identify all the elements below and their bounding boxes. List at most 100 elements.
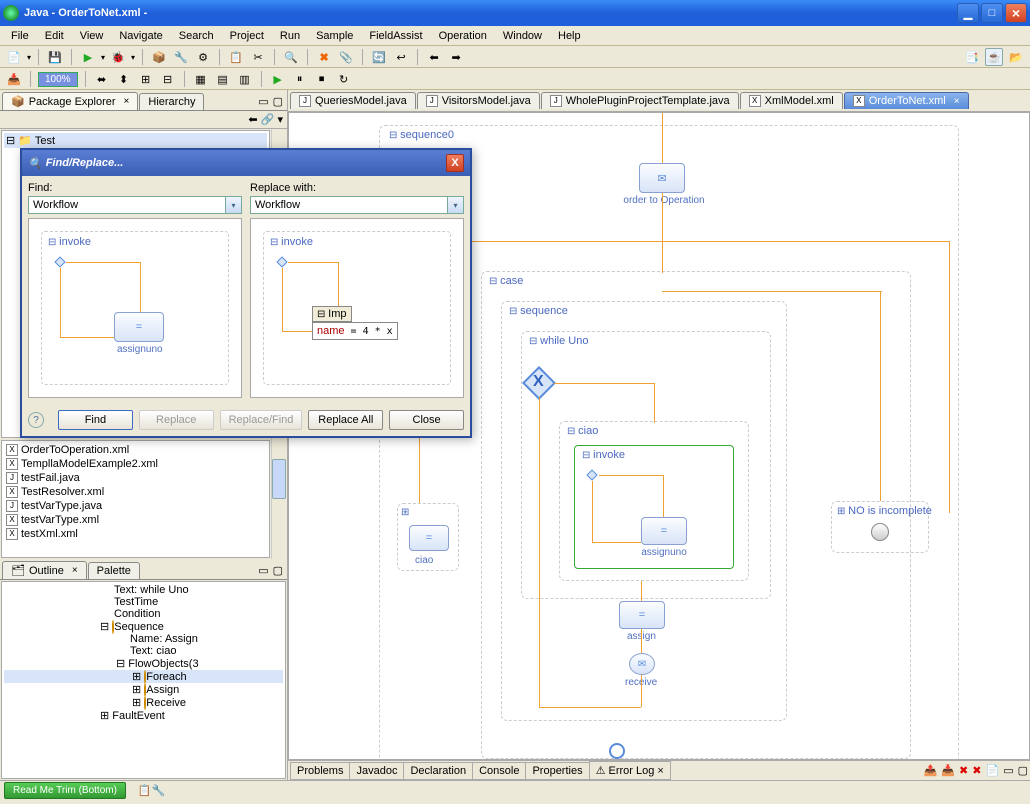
open-icon[interactable]: 📄 — [985, 764, 999, 777]
menu-run[interactable]: Run — [272, 28, 308, 44]
menu-sample[interactable]: Sample — [308, 28, 361, 44]
package-explorer-tab[interactable]: 📦 Package Explorer × — [2, 92, 138, 110]
assignuno-node[interactable]: = — [641, 517, 687, 545]
outline-item[interactable]: ⊞ Receive — [4, 696, 283, 709]
menu-project[interactable]: Project — [222, 28, 272, 44]
outline-tab[interactable]: 🗂 Outline × — [2, 561, 87, 579]
step-btn[interactable]: ⏸ — [291, 70, 309, 88]
menu-help[interactable]: Help — [550, 28, 589, 44]
tree-item[interactable]: XtestVarType.xml — [4, 513, 267, 527]
clear-icon[interactable]: ✖ — [959, 764, 968, 777]
tool-btn[interactable]: ✂ — [249, 48, 267, 66]
outline-item[interactable]: ⊞ Assign — [4, 683, 283, 696]
problems-tab[interactable]: Problems — [290, 762, 350, 780]
menu-fieldassist[interactable]: FieldAssist — [361, 28, 430, 44]
align-btn[interactable]: ⬌ — [93, 70, 111, 88]
new-button[interactable]: 📄 — [5, 48, 23, 66]
errorlog-tab[interactable]: ⚠ Error Log × — [589, 761, 671, 780]
import-icon[interactable]: 📥 — [941, 764, 955, 777]
status-icon[interactable]: 📋 — [138, 784, 152, 797]
maximize-button[interactable] — [981, 3, 1003, 23]
align-btn[interactable]: ⊟ — [159, 70, 177, 88]
view-icon[interactable]: ▢ — [273, 564, 283, 577]
refresh-btn[interactable]: ↻ — [335, 70, 353, 88]
tool-btn[interactable]: ⚙ — [194, 48, 212, 66]
export-icon[interactable]: 📤 — [924, 764, 938, 777]
package-tree-lower[interactable]: XOrderToOperation.xml XTempllaModelExamp… — [1, 440, 270, 558]
editor-tab[interactable]: JWholePluginProjectTemplate.java — [541, 92, 739, 109]
tool-btn[interactable]: 📋 — [227, 48, 245, 66]
view-icon[interactable]: ▭ — [1003, 764, 1013, 777]
outline-item[interactable]: ⊞ FaultEvent — [4, 709, 283, 722]
perspective-btn[interactable]: 📂 — [1007, 48, 1025, 66]
help-icon[interactable]: ? — [28, 412, 44, 428]
close-icon[interactable]: × — [72, 565, 78, 576]
align-btn[interactable]: ▥ — [236, 70, 254, 88]
forward-button[interactable]: ➡ — [447, 48, 465, 66]
join-icon[interactable] — [609, 743, 625, 759]
ciao-node[interactable]: = — [409, 525, 449, 551]
outline-item[interactable]: Name: Assign — [4, 633, 283, 645]
align-btn[interactable]: ▦ — [192, 70, 210, 88]
console-tab[interactable]: Console — [472, 762, 526, 780]
view-icon[interactable]: ▭ — [258, 564, 268, 577]
collapse-icon[interactable]: ⊞ — [401, 507, 409, 518]
tree-root[interactable]: ⊟ 📁 Test — [4, 133, 267, 148]
tool-btn[interactable]: 📎 — [337, 48, 355, 66]
tree-item[interactable]: XTempllaModelExample2.xml — [4, 457, 267, 471]
receive-node[interactable]: ✉ — [629, 653, 655, 675]
back-button[interactable]: ⬅ — [425, 48, 443, 66]
javadoc-tab[interactable]: Javadoc — [349, 762, 404, 780]
tree-item[interactable]: XOrderToOperation.xml — [4, 443, 267, 457]
close-icon[interactable]: × — [124, 96, 130, 107]
outline-item[interactable]: ⊟ Sequence — [4, 620, 283, 633]
editor-tab[interactable]: JVisitorsModel.java — [417, 92, 540, 109]
debug-button[interactable]: 🐞 — [109, 48, 127, 66]
delete-icon[interactable]: ✖ — [972, 764, 981, 777]
dropdown-icon[interactable]: ▾ — [225, 197, 241, 213]
close-button[interactable] — [1005, 3, 1027, 23]
align-btn[interactable]: ⬍ — [115, 70, 133, 88]
outline-item[interactable]: Text: while Uno — [4, 584, 283, 596]
tool-btn[interactable]: 🔧 — [172, 48, 190, 66]
outline-item[interactable]: TestTime — [4, 596, 283, 608]
properties-tab[interactable]: Properties — [525, 762, 589, 780]
hierarchy-tab[interactable]: Hierarchy — [139, 93, 204, 110]
link-icon[interactable]: 🔗 — [261, 114, 275, 126]
save-button[interactable]: 💾 — [46, 48, 64, 66]
menu-edit[interactable]: Edit — [37, 28, 72, 44]
stop-btn[interactable]: ⏹ — [313, 70, 331, 88]
search-button[interactable]: 🔍 — [282, 48, 300, 66]
menu-window[interactable]: Window — [495, 28, 550, 44]
tool-btn[interactable]: 📦 — [150, 48, 168, 66]
align-btn[interactable]: ▤ — [214, 70, 232, 88]
tree-item[interactable]: XTestResolver.xml — [4, 485, 267, 499]
editor-tab-active[interactable]: XOrderToNet.xml× — [844, 92, 969, 109]
outline-tree[interactable]: Text: while Uno TestTime Condition ⊟ Seq… — [1, 581, 286, 779]
assign-node[interactable]: = — [619, 601, 665, 629]
outline-item[interactable]: Text: ciao — [4, 645, 283, 657]
dialog-close-button[interactable]: X — [446, 154, 464, 172]
find-button[interactable]: Find — [58, 410, 133, 430]
replace-find-button[interactable]: Replace/Find — [220, 410, 303, 430]
collapse-icon[interactable]: ⬅ — [248, 114, 257, 126]
order-node[interactable]: ✉ — [639, 163, 685, 193]
filter-icon[interactable]: ▾ — [277, 114, 283, 126]
status-icon[interactable]: 🔧 — [152, 784, 166, 797]
replace-all-button[interactable]: Replace All — [308, 410, 383, 430]
scrollbar[interactable] — [271, 439, 287, 559]
view-icon[interactable]: ▢ — [1018, 764, 1028, 777]
run-button[interactable]: ▶ — [79, 48, 97, 66]
minimize-button[interactable] — [957, 3, 979, 23]
tool-btn[interactable]: ✖ — [315, 48, 333, 66]
tree-item[interactable]: XtestXml.xml — [4, 527, 267, 541]
perspective-btn[interactable]: 📑 — [963, 48, 981, 66]
close-icon[interactable]: × — [954, 96, 960, 107]
declaration-tab[interactable]: Declaration — [403, 762, 473, 780]
find-combo[interactable]: ▾ — [28, 196, 242, 214]
tree-item[interactable]: JtestVarType.java — [4, 499, 267, 513]
palette-tab[interactable]: Palette — [88, 562, 140, 579]
tool-btn[interactable]: 📥 — [5, 70, 23, 88]
run-btn[interactable]: ▶ — [269, 70, 287, 88]
menu-file[interactable]: File — [3, 28, 37, 44]
